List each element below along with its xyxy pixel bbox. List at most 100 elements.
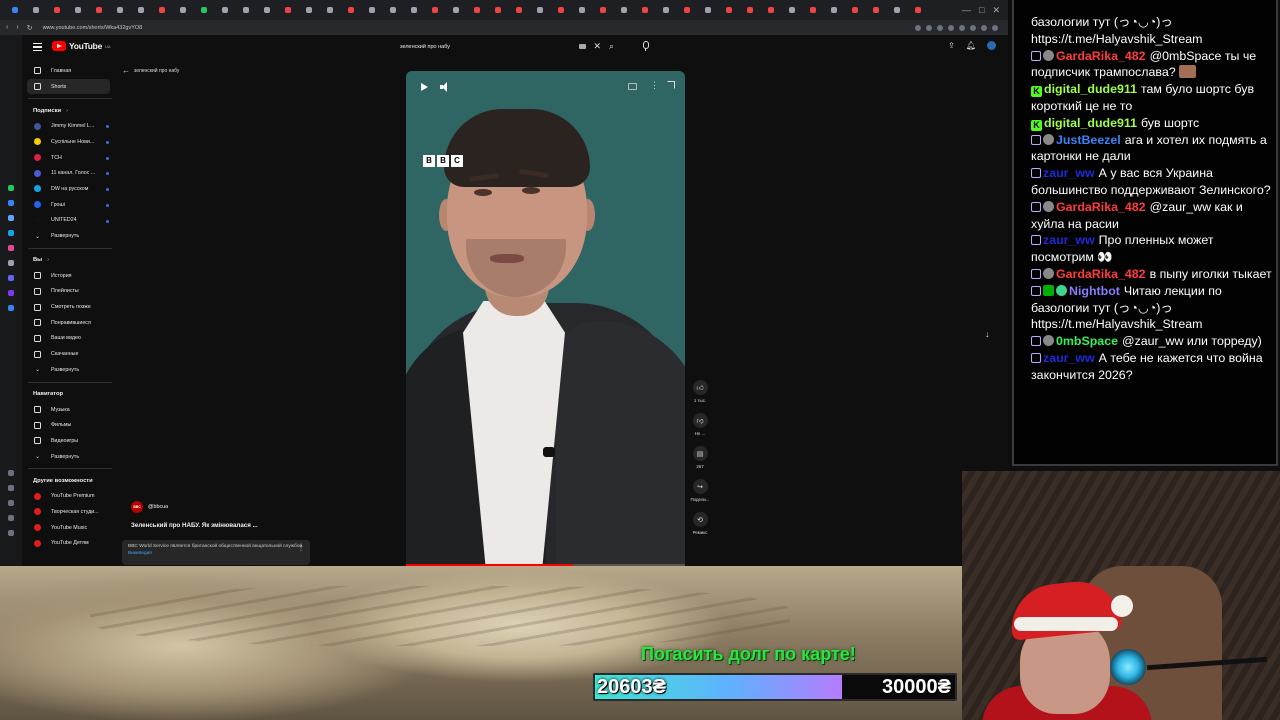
- expand-button[interactable]: ⌄ Развернуть: [22, 449, 118, 465]
- sidebar-item[interactable]: DW на русском: [22, 181, 118, 197]
- browser-tab[interactable]: [655, 3, 676, 17]
- browser-tab[interactable]: [4, 3, 25, 17]
- browser-tab[interactable]: [739, 3, 760, 17]
- browser-tab[interactable]: [697, 3, 718, 17]
- more-options-icon[interactable]: ⋮: [650, 80, 659, 91]
- microphone-icon[interactable]: [639, 39, 651, 53]
- bell-icon[interactable]: 🔔︎: [966, 41, 976, 50]
- youtube-logo[interactable]: YouTube UA: [52, 41, 111, 51]
- expand-button[interactable]: ⌄ Развернуть: [22, 228, 118, 244]
- browser-tab[interactable]: [235, 3, 256, 17]
- action-like[interactable]: 👍︎ 1 тыс.: [686, 380, 714, 403]
- sidebar-item[interactable]: Видеоигры: [22, 433, 118, 449]
- minimize-icon[interactable]: —: [962, 5, 971, 16]
- browser-tab[interactable]: [508, 3, 529, 17]
- back-arrow-icon[interactable]: ←: [122, 66, 130, 75]
- action-remix[interactable]: ⟲ Ремикс: [686, 512, 714, 535]
- sidebar-item[interactable]: Суспільне Нови...: [22, 134, 118, 150]
- browser-tab[interactable]: [193, 3, 214, 17]
- share-icon[interactable]: ↪: [692, 479, 708, 494]
- browser-tab[interactable]: [571, 3, 592, 17]
- browser-tab[interactable]: [466, 3, 487, 17]
- browser-tab[interactable]: [277, 3, 298, 17]
- back-icon[interactable]: ‹: [6, 24, 8, 32]
- sidebar-item[interactable]: YouTube Детям: [22, 536, 118, 552]
- sidebar-item[interactable]: Гроші: [22, 197, 118, 213]
- browser-tab[interactable]: [361, 3, 382, 17]
- channel-handle[interactable]: @bbcua: [148, 504, 168, 510]
- channel-info[interactable]: BBC @bbcua: [131, 501, 168, 513]
- clear-search-icon[interactable]: ✕: [593, 41, 601, 52]
- upload-icon[interactable]: ⇪: [948, 41, 955, 50]
- like-icon[interactable]: 👍︎: [692, 380, 708, 395]
- sidebar-item[interactable]: Ваши видео: [22, 331, 118, 347]
- browser-tab[interactable]: [214, 3, 235, 17]
- sidebar-section-header[interactable]: Другие возможности: [22, 473, 118, 488]
- sidebar-item[interactable]: YouTube Music: [22, 520, 118, 536]
- browser-tab[interactable]: [634, 3, 655, 17]
- sidebar-item[interactable]: Творческая студи...: [22, 504, 118, 520]
- browser-tab[interactable]: [340, 3, 361, 17]
- shorts-video-player[interactable]: B B C ⋮: [406, 71, 685, 565]
- browser-tab[interactable]: [802, 3, 823, 17]
- sidebar-item[interactable]: UNITED24: [22, 213, 118, 229]
- browser-tab[interactable]: [67, 3, 88, 17]
- sidebar-item[interactable]: Jimmy Kimmel L...: [22, 118, 118, 134]
- info-more-icon[interactable]: ⋮: [298, 545, 304, 554]
- close-icon[interactable]: ✕: [992, 5, 1000, 16]
- chat-username[interactable]: zaur_ww: [1043, 233, 1095, 247]
- chat-username[interactable]: GardaRika_482: [1056, 49, 1146, 63]
- channel-avatar[interactable]: BBC: [131, 501, 143, 513]
- comment-icon[interactable]: ▤: [692, 446, 708, 461]
- sidebar-item[interactable]: Shorts: [27, 78, 110, 95]
- video-title[interactable]: Зеленський про НАБУ. Як змінювалася ...: [131, 522, 258, 529]
- sidebar-item[interactable]: ТСН: [22, 150, 118, 166]
- sidebar-item[interactable]: Главная: [22, 63, 118, 79]
- search-input[interactable]: зеленский про набу ✕: [394, 40, 604, 54]
- browser-tab[interactable]: [823, 3, 844, 17]
- reload-icon[interactable]: ↻: [27, 24, 33, 32]
- sidebar-item[interactable]: Музыка: [22, 402, 118, 418]
- chat-username[interactable]: digital_dude911: [1044, 116, 1137, 130]
- action-share[interactable]: ↪ Подели...: [686, 479, 714, 502]
- sidebar-item[interactable]: Смотреть позже: [22, 299, 118, 315]
- browser-tab[interactable]: [298, 3, 319, 17]
- sidebar-item[interactable]: Понравившиеся: [22, 315, 118, 331]
- search-icon[interactable]: ⌕: [609, 41, 614, 52]
- sidebar-item[interactable]: История: [22, 268, 118, 284]
- action-comment[interactable]: ▤ 267: [686, 446, 714, 469]
- url-field[interactable]: www.youtube.com/shorts/Wka432gvYO8: [43, 25, 143, 31]
- browser-tab[interactable]: [88, 3, 109, 17]
- maximize-icon[interactable]: □: [979, 5, 984, 16]
- browser-tab[interactable]: [445, 3, 466, 17]
- sidebar-section-header[interactable]: Вы ›: [22, 253, 118, 268]
- chat-username[interactable]: Nightbot: [1069, 284, 1120, 298]
- browser-tab[interactable]: [151, 3, 172, 17]
- chat-username[interactable]: zaur_ww: [1043, 166, 1095, 180]
- browser-tab[interactable]: [25, 3, 46, 17]
- next-short-icon[interactable]: ↓: [985, 329, 990, 339]
- sidebar-item[interactable]: Фильмы: [22, 417, 118, 433]
- chat-username[interactable]: zaur_ww: [1043, 351, 1095, 365]
- browser-tab[interactable]: [886, 3, 907, 17]
- keyboard-icon[interactable]: [579, 44, 586, 49]
- sidebar-item[interactable]: Плейлисты: [22, 284, 118, 300]
- browser-tab[interactable]: [130, 3, 151, 17]
- remix-icon[interactable]: ⟲: [692, 512, 708, 527]
- browser-tab[interactable]: [172, 3, 193, 17]
- sidebar-item[interactable]: Скачанные: [22, 346, 118, 362]
- menu-icon[interactable]: [33, 43, 42, 51]
- dislike-icon[interactable]: 👎︎: [692, 413, 708, 428]
- wikipedia-link[interactable]: Википедия: [128, 551, 152, 556]
- play-icon[interactable]: [418, 81, 430, 93]
- action-dislike[interactable]: 👎︎ Не ...: [686, 413, 714, 436]
- sidebar-item[interactable]: YouTube Premium: [22, 488, 118, 504]
- browser-tab[interactable]: [613, 3, 634, 17]
- browser-tab[interactable]: [718, 3, 739, 17]
- sidebar-section-header[interactable]: Подписки ›: [22, 103, 118, 118]
- browser-tab[interactable]: [46, 3, 67, 17]
- browser-tab[interactable]: [550, 3, 571, 17]
- chat-username[interactable]: GardaRika_482: [1056, 200, 1146, 214]
- browser-tab[interactable]: [907, 3, 928, 17]
- browser-tab[interactable]: [865, 3, 886, 17]
